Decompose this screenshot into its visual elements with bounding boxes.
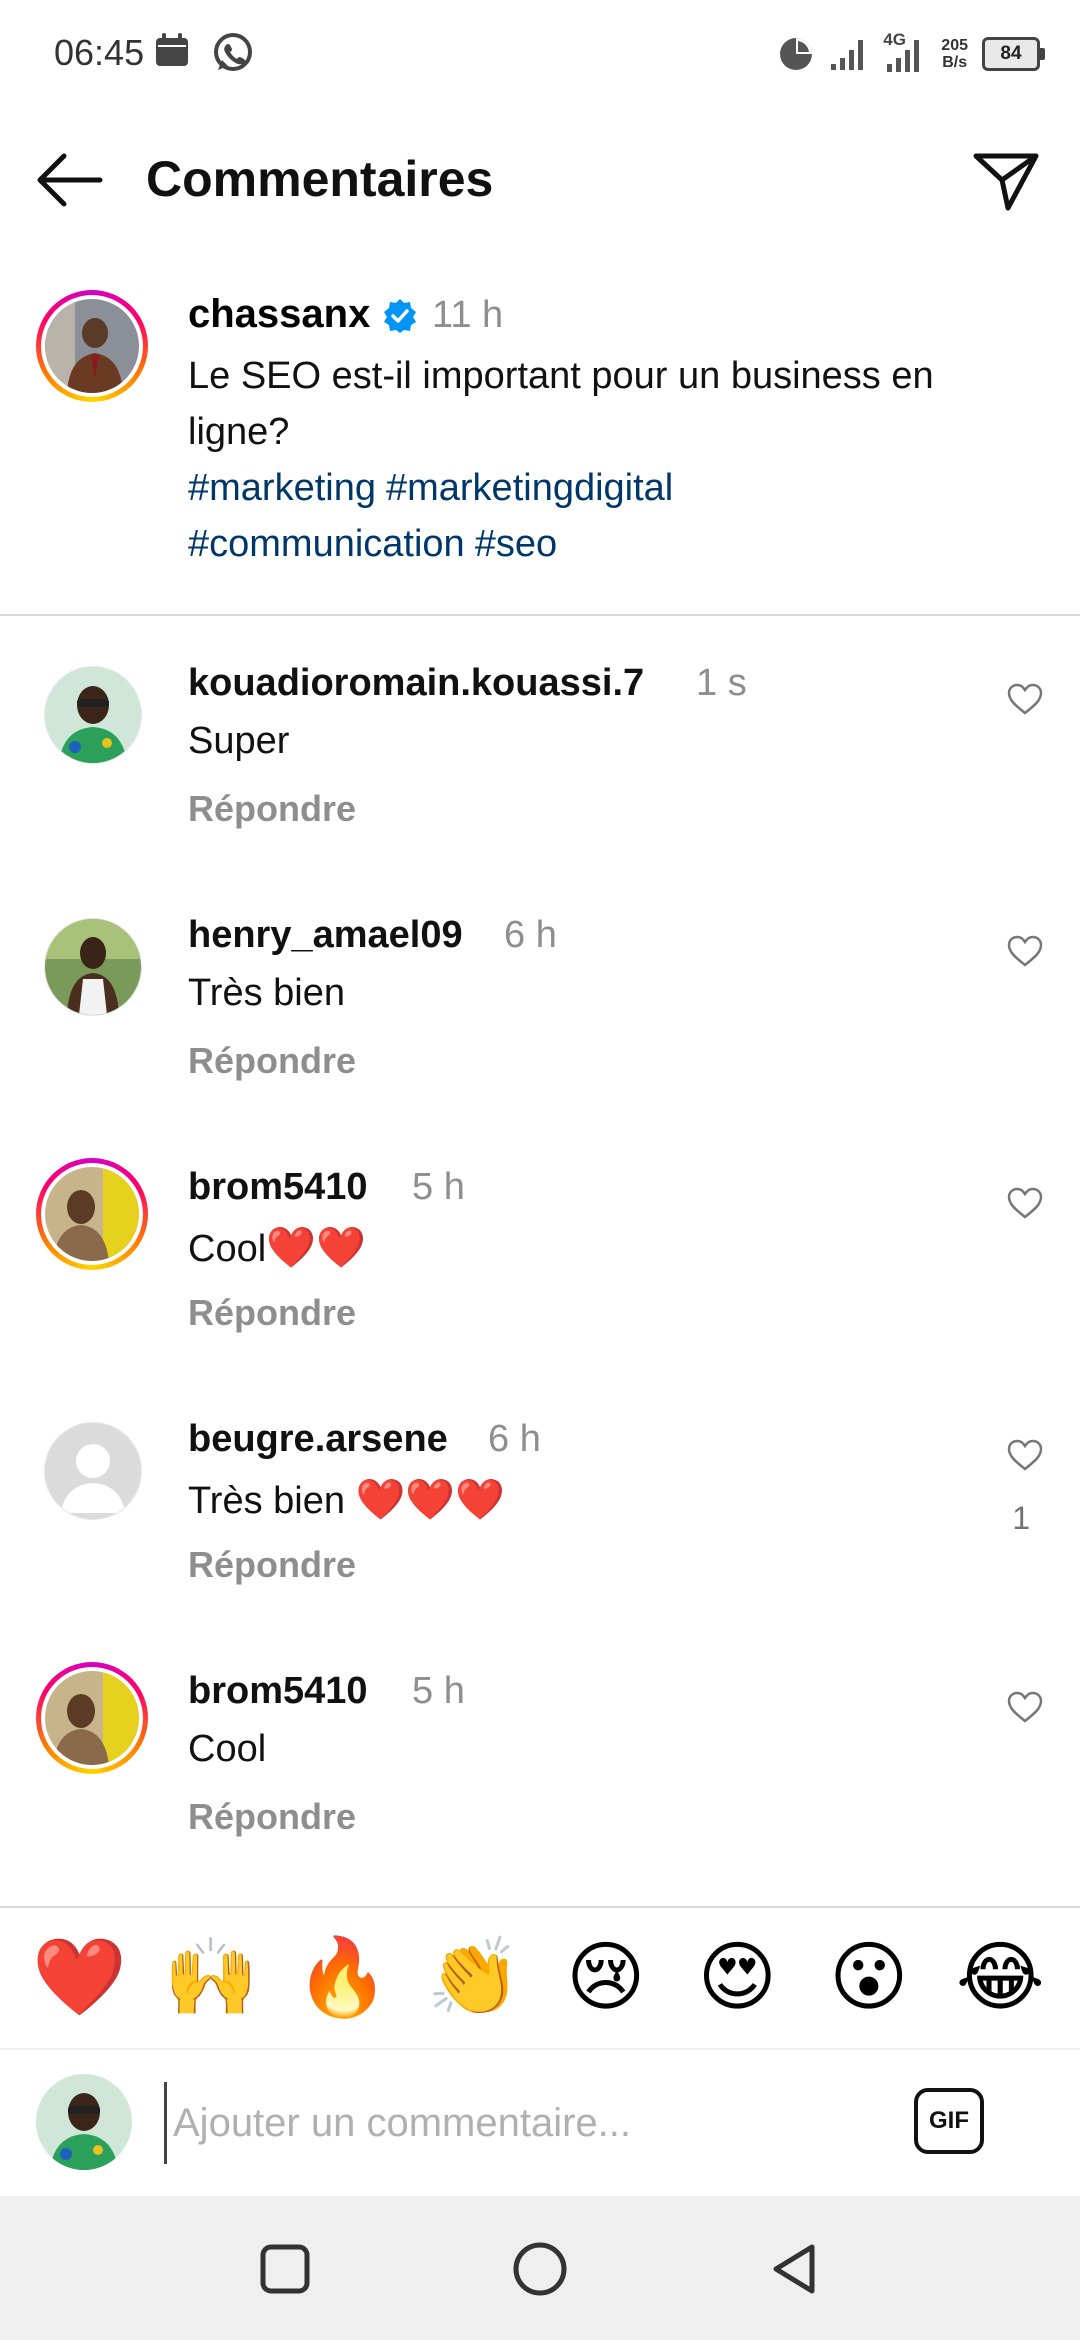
emoji-heart-button[interactable]: ❤️ bbox=[25, 1933, 135, 2023]
reply-button[interactable]: Répondre bbox=[188, 1040, 356, 1082]
battery-icon: 84 bbox=[982, 37, 1045, 71]
reply-button[interactable]: Répondre bbox=[188, 1544, 356, 1586]
comment-time: 1 s bbox=[696, 662, 747, 704]
comment-item: beugre.arsene 6 h Très bien ❤️❤️❤️ Répon… bbox=[0, 1400, 1080, 1650]
back-button[interactable] bbox=[30, 142, 110, 218]
commenter-avatar[interactable] bbox=[44, 666, 142, 764]
comment-username[interactable]: henry_amael09 bbox=[188, 914, 463, 957]
like-count: 1 bbox=[1012, 1500, 1030, 1536]
comment-text: Cool❤️❤️ bbox=[188, 1226, 366, 1270]
heart-outline-icon bbox=[1007, 1439, 1043, 1471]
author-avatar[interactable] bbox=[36, 290, 148, 402]
like-button[interactable] bbox=[1000, 674, 1050, 724]
heart-emoji: ❤️❤️ bbox=[266, 1226, 366, 1270]
hashtag-link[interactable]: #marketingdigital bbox=[386, 467, 673, 509]
emoji-laughing-button[interactable]: 😂 bbox=[945, 1933, 1055, 2023]
heart-outline-icon bbox=[1007, 935, 1043, 967]
emoji-clapping-button[interactable]: 👏 bbox=[419, 1933, 529, 2023]
author-username[interactable]: chassanx bbox=[188, 292, 370, 337]
paper-plane-icon bbox=[973, 153, 1039, 211]
default-avatar-icon bbox=[45, 1423, 141, 1519]
gif-button[interactable]: GIF bbox=[914, 2088, 984, 2154]
share-button[interactable] bbox=[966, 142, 1046, 218]
emoji-surprised-button[interactable]: 😮 bbox=[814, 1933, 924, 2023]
back-nav-button[interactable] bbox=[760, 2234, 830, 2304]
post-text: Le SEO est-il important pour un business… bbox=[188, 355, 934, 453]
commenter-avatar[interactable] bbox=[44, 1422, 142, 1520]
comment-item: kouadioromain.kouassi.7 1 s Super Répond… bbox=[0, 644, 1080, 894]
recent-apps-button[interactable] bbox=[250, 2234, 320, 2304]
battery-level: 84 bbox=[1000, 43, 1022, 64]
status-time: 06:45 bbox=[54, 32, 145, 73]
comment-item: henry_amael09 6 h Très bien Répondre bbox=[0, 896, 1080, 1146]
arrow-left-icon bbox=[37, 153, 103, 207]
verified-badge-icon bbox=[384, 299, 416, 333]
reply-button[interactable]: Répondre bbox=[188, 1292, 356, 1334]
comment-item: brom5410 5 h Cool Répondre bbox=[0, 1652, 1080, 1902]
emoji-raised-hands-button[interactable]: 🙌 bbox=[156, 1933, 266, 2023]
like-button[interactable] bbox=[1000, 1178, 1050, 1228]
whatsapp-icon bbox=[214, 33, 252, 71]
system-nav-bar bbox=[0, 2196, 1080, 2340]
like-button[interactable] bbox=[1000, 1682, 1050, 1732]
heart-outline-icon bbox=[1007, 1187, 1043, 1219]
comment-input[interactable] bbox=[164, 2082, 875, 2164]
triangle-back-icon bbox=[773, 2244, 815, 2294]
circle-icon bbox=[513, 2242, 567, 2296]
heart-outline-icon bbox=[1007, 1691, 1043, 1723]
commenter-avatar[interactable] bbox=[36, 1158, 148, 1270]
like-button[interactable] bbox=[1000, 1430, 1050, 1480]
status-bar: 06:45 4G 205 B/s 84 bbox=[0, 0, 1080, 110]
status-icons: 4G 205 B/s 84 bbox=[777, 28, 1045, 80]
hashtag-link[interactable]: #marketing bbox=[188, 467, 376, 509]
reply-button[interactable]: Répondre bbox=[188, 1796, 356, 1838]
comment-username[interactable]: brom5410 bbox=[188, 1166, 368, 1209]
emoji-quick-bar: ❤️ 🙌 🔥 👏 😢 😍 😮 😂 bbox=[0, 1906, 1080, 2050]
emoji-fire-button[interactable]: 🔥 bbox=[288, 1933, 398, 2023]
signal-icon bbox=[831, 40, 864, 70]
comment-text: Cool bbox=[188, 1728, 267, 1770]
comment-item: brom5410 5 h Cool❤️❤️ Répondre bbox=[0, 1148, 1080, 1398]
emoji-heart-eyes-button[interactable]: 😍 bbox=[682, 1933, 792, 2023]
heart-outline-icon bbox=[1007, 683, 1043, 715]
heart-emoji: ❤️❤️❤️ bbox=[355, 1478, 505, 1522]
comment-time: 6 h bbox=[504, 914, 557, 956]
post-caption: chassanx 11 h Le SEO est-il important po… bbox=[0, 278, 1080, 616]
post-time: 11 h bbox=[432, 294, 504, 336]
comment-username[interactable]: beugre.arsene bbox=[188, 1418, 448, 1461]
hashtag-link[interactable]: #communication bbox=[188, 523, 465, 565]
home-button[interactable] bbox=[505, 2234, 575, 2304]
like-button[interactable] bbox=[1000, 926, 1050, 976]
post-hashtags: #marketing #marketingdigital #communicati… bbox=[188, 460, 988, 572]
comment-input-bar: GIF bbox=[0, 2052, 1080, 2194]
page-title: Commentaires bbox=[146, 151, 494, 207]
author-photo bbox=[45, 299, 139, 393]
data-saver-icon bbox=[780, 38, 813, 70]
comment-username[interactable]: kouadioromain.kouassi.7 bbox=[188, 662, 644, 705]
hashtag-link[interactable]: #seo bbox=[475, 523, 557, 565]
comment-time: 5 h bbox=[412, 1670, 465, 1712]
commenter-avatar[interactable] bbox=[44, 918, 142, 1016]
emoji-crying-button[interactable]: 😢 bbox=[551, 1933, 661, 2023]
square-icon bbox=[260, 2244, 310, 2294]
comment-time: 6 h bbox=[488, 1418, 541, 1460]
comment-text: Super bbox=[188, 720, 290, 762]
header: Commentaires bbox=[0, 120, 1080, 240]
comment-time: 5 h bbox=[412, 1166, 465, 1208]
comment-username[interactable]: brom5410 bbox=[188, 1670, 368, 1713]
comment-text: Très bien bbox=[188, 972, 345, 1014]
signal-4g-icon: 4G bbox=[883, 30, 927, 74]
calendar-icon bbox=[156, 33, 188, 66]
current-user-avatar bbox=[36, 2074, 132, 2170]
network-speed: 205 B/s bbox=[941, 37, 968, 71]
reply-button[interactable]: Répondre bbox=[188, 788, 356, 830]
comment-text: Très bien ❤️❤️❤️ bbox=[188, 1478, 505, 1522]
commenter-avatar[interactable] bbox=[36, 1662, 148, 1774]
